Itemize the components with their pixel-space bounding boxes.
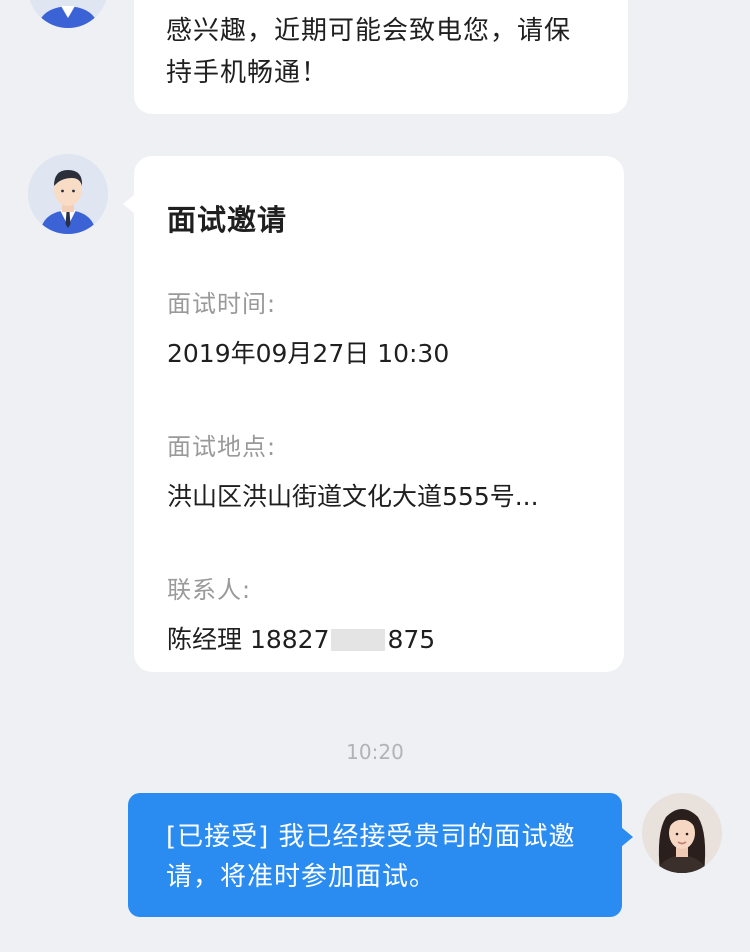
phone-redaction-mask: [331, 629, 386, 651]
card-title: 面试邀请: [167, 203, 288, 237]
message-bubble-recruiter-1[interactable]: 感兴趣，近期可能会致电您，请保持手机畅通！: [134, 0, 628, 114]
contact-name-phone-prefix: 陈经理 18827: [167, 625, 330, 654]
message-bubble-user-reply[interactable]: [已接受] 我已经接受贵司的面试邀请，将准时参加面试。: [128, 793, 633, 917]
message-timestamp: 10:20: [346, 740, 404, 764]
interview-time-label: 面试时间:: [167, 290, 277, 318]
recruiter-avatar-icon: [28, 154, 108, 234]
contact-value: 陈经理 18827 875: [167, 622, 590, 658]
interview-location-value: 洪山区洪山街道文化大道555号...: [167, 482, 539, 511]
recruiter-avatar[interactable]: [28, 154, 108, 234]
user-avatar-photo: [642, 793, 722, 873]
user-avatar[interactable]: [642, 793, 722, 873]
recruiter-avatar-top[interactable]: [28, 0, 108, 28]
recruiter-avatar-icon: [28, 0, 108, 28]
interview-time-value: 2019年09月27日 10:30: [167, 339, 450, 368]
contact-label: 联系人:: [167, 576, 252, 604]
contact-phone-suffix: 875: [387, 625, 436, 654]
reply-text: [已接受] 我已经接受贵司的面试邀请，将准时参加面试。: [166, 822, 576, 892]
message-text: 感兴趣，近期可能会致电您，请保持手机畅通！: [166, 16, 572, 88]
interview-location-label: 面试地点:: [167, 433, 277, 461]
interview-invitation-card[interactable]: 面试邀请 面试时间: 2019年09月27日 10:30 面试地点: 洪山区洪山…: [123, 156, 624, 672]
